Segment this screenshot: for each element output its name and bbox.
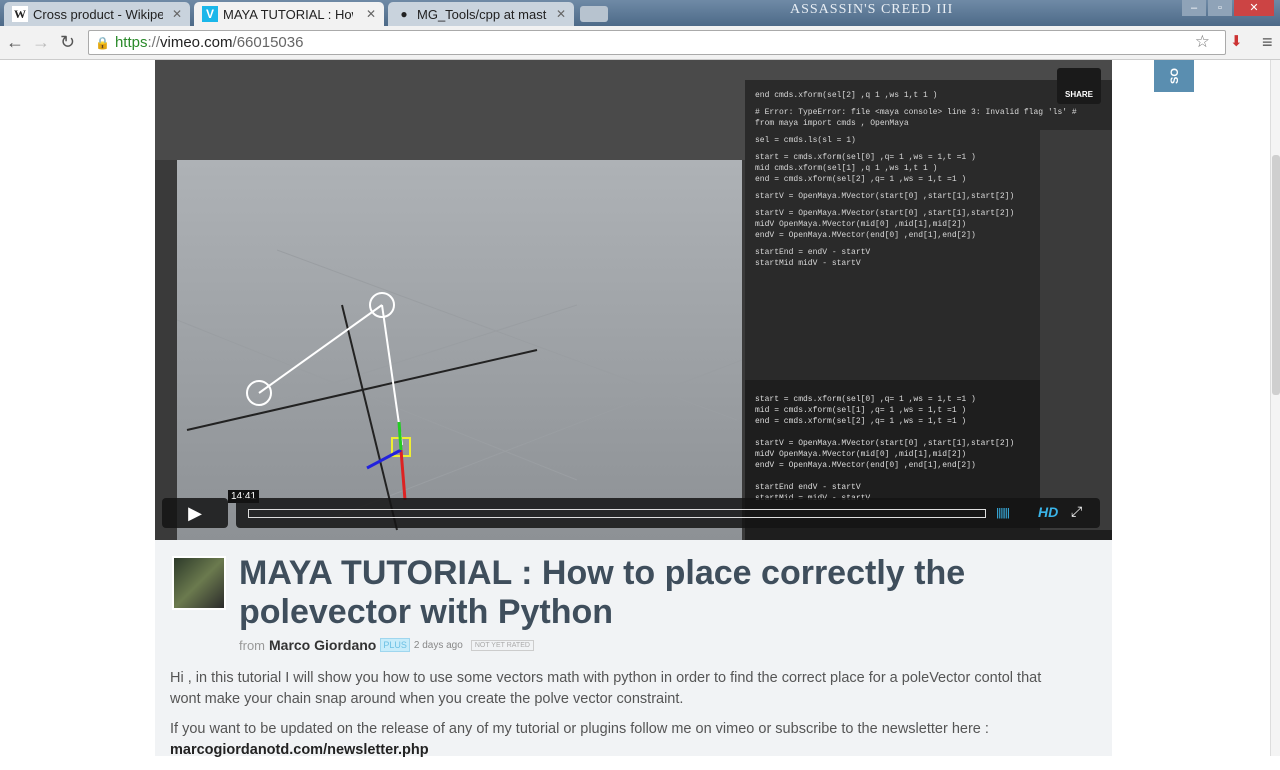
close-window-button[interactable]: ✕: [1234, 0, 1274, 16]
github-icon: ●: [400, 7, 408, 21]
scrollbar-thumb[interactable]: [1272, 155, 1280, 395]
vimeo-icon: V: [202, 6, 218, 22]
url-path: /66015036: [232, 34, 304, 51]
plus-badge: PLUS: [380, 638, 410, 652]
volume-icon[interactable]: |||||||: [996, 507, 1010, 519]
address-bar[interactable]: 🔒 https://vimeo.com/66015036: [88, 30, 1226, 55]
video-controls: ||||||| HD ⤢: [236, 498, 1100, 528]
rating-badge: NOT YET RATED: [470, 639, 534, 651]
tab-github[interactable]: ● MG_Tools/cpp at master ✕: [388, 2, 574, 26]
tab-wikipedia[interactable]: W Cross product - Wikipedia ✕: [4, 2, 190, 26]
reload-icon[interactable]: ↻: [60, 32, 75, 53]
url-sep: ://: [147, 34, 160, 51]
new-tab-button[interactable]: [580, 6, 608, 22]
tab-title: Cross product - Wikipedia: [33, 6, 163, 22]
hd-button[interactable]: HD: [1038, 504, 1058, 520]
close-icon[interactable]: ✕: [366, 7, 376, 21]
url-domain: vimeo.com: [160, 34, 233, 51]
description-paragraph: If you want to be updated on the release…: [170, 721, 989, 737]
tab-title: MAYA TUTORIAL : How to place correctly: [223, 6, 353, 22]
video-title: MAYA TUTORIAL : How to place correctly t…: [239, 554, 966, 631]
close-icon[interactable]: ✕: [172, 7, 182, 21]
close-icon[interactable]: ✕: [556, 7, 566, 21]
video-meta: from Marco Giordano PLUS 2 days ago NOT …: [239, 637, 534, 653]
fullscreen-icon[interactable]: ⤢: [1071, 503, 1082, 520]
forward-icon[interactable]: →: [32, 32, 50, 53]
play-button[interactable]: ▶: [162, 498, 228, 528]
wikipedia-icon: W: [12, 6, 28, 22]
side-button[interactable]: SO: [1154, 60, 1194, 92]
avatar[interactable]: [172, 556, 226, 610]
video-info: MAYA TUTORIAL : How to place correctly t…: [155, 540, 1112, 758]
lock-icon: 🔒: [95, 35, 110, 50]
url-scheme: https: [114, 34, 148, 51]
extension-icon[interactable]: ⬇: [1230, 32, 1243, 50]
bookmark-star-icon[interactable]: ☆: [1195, 32, 1210, 52]
from-label: from: [239, 637, 265, 653]
tab-title: MG_Tools/cpp at master: [417, 6, 547, 22]
back-icon[interactable]: ←: [6, 32, 24, 53]
browser-toolbar: ← → ↻ 🔒 https://vimeo.com/66015036 ☆ ⬇ ≡: [0, 26, 1280, 60]
description: Hi , in this tutorial I will show you ho…: [170, 668, 1070, 770]
theme-logo: ASSASSIN'S CREED III: [790, 2, 954, 17]
viewport-grid: [176, 249, 743, 531]
tab-bar: W Cross product - Wikipedia ✕ V MAYA TUT…: [0, 0, 1280, 26]
tab-vimeo[interactable]: V MAYA TUTORIAL : How to place correctly…: [194, 2, 384, 26]
description-paragraph: Hi , in this tutorial I will show you ho…: [170, 670, 1042, 707]
minimize-button[interactable]: –: [1182, 0, 1206, 16]
maximize-button[interactable]: ▫: [1208, 0, 1232, 16]
share-button[interactable]: SHARE: [1057, 68, 1101, 104]
progress-bar[interactable]: [248, 509, 986, 518]
menu-icon[interactable]: ≡: [1262, 32, 1273, 53]
author-link[interactable]: Marco Giordano: [269, 637, 376, 653]
page-scrollbar[interactable]: [1270, 60, 1280, 756]
maya-viewport: [176, 160, 743, 540]
channel-box: [1040, 130, 1112, 530]
video-player[interactable]: end cmds.xform(sel[2] ,q 1 ,ws 1,t 1 ) # …: [155, 60, 1112, 540]
upload-time: 2 days ago: [413, 639, 463, 651]
